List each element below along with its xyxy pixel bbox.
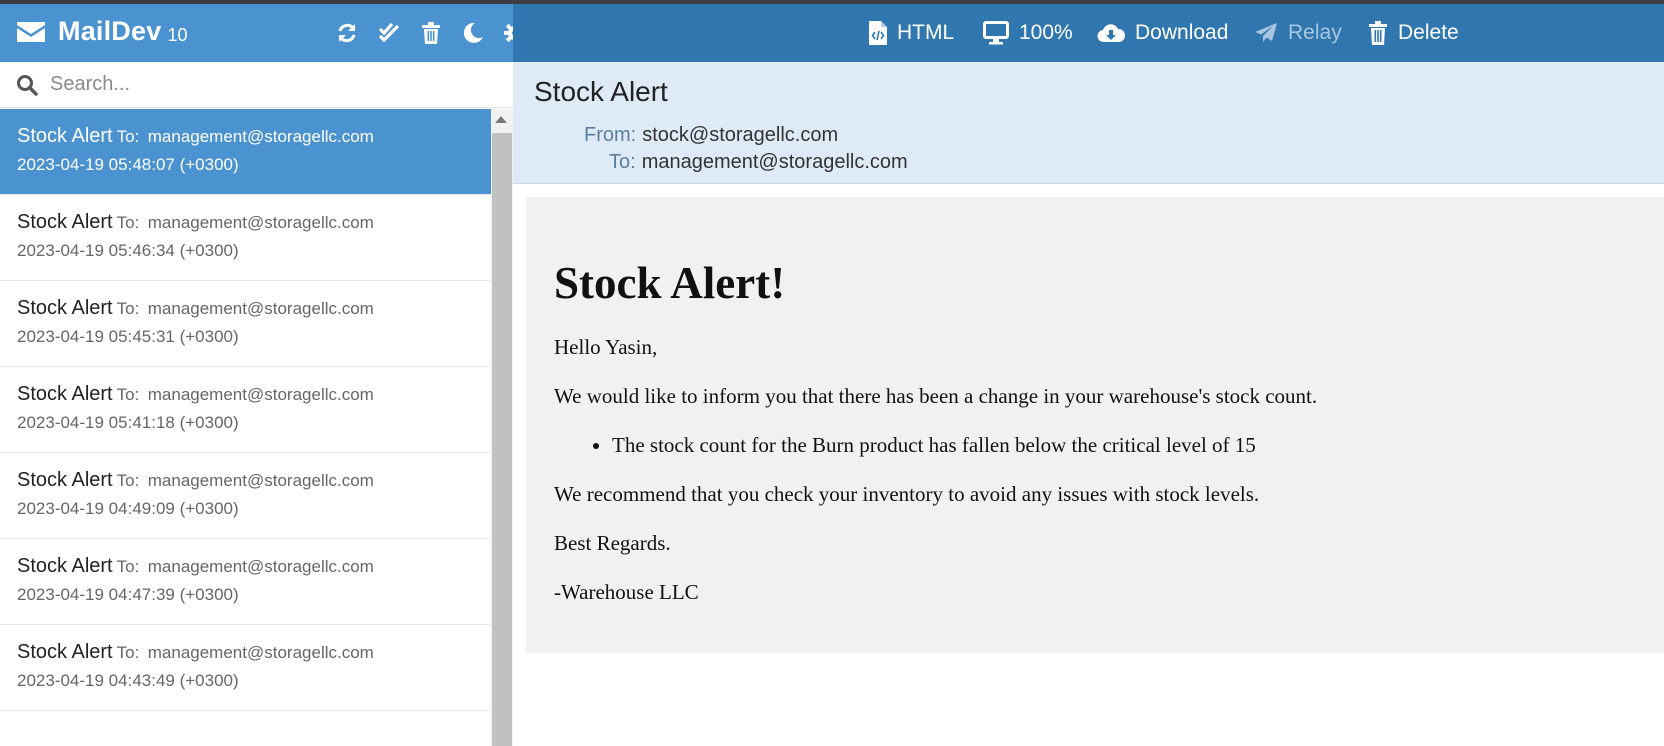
body-recommendation: We recommend that you check your invento… xyxy=(554,482,1260,506)
email-date: 2023-04-19 05:48:07 (+0300) xyxy=(17,155,239,174)
message-toolbar: HTML 100% Download Relay Delete xyxy=(513,4,1664,62)
to-label: To: xyxy=(609,151,636,173)
email-recipient: management@storagellc.com xyxy=(147,127,374,146)
email-to-label: To: xyxy=(116,299,140,318)
email-list-item[interactable]: Stock Alert To: management@storagellc.com… xyxy=(0,109,491,195)
email-subject: Stock Alert xyxy=(17,555,113,577)
cloud-download-icon xyxy=(1097,24,1125,43)
html-button-label: HTML xyxy=(897,21,955,44)
email-recipient: management@storagellc.com xyxy=(147,557,374,576)
email-recipient: management@storagellc.com xyxy=(147,299,374,318)
email-recipient: management@storagellc.com xyxy=(147,471,374,490)
relay-button-label: Relay xyxy=(1288,21,1342,44)
search-bar xyxy=(0,62,513,108)
dark-mode-toggle[interactable] xyxy=(460,20,486,46)
refresh-button[interactable] xyxy=(334,20,360,46)
download-button-label: Download xyxy=(1135,21,1229,44)
to-row: To: management@storagellc.com xyxy=(609,151,908,174)
brand-bar: MailDev 10 xyxy=(0,4,526,62)
email-date: 2023-04-19 05:45:31 (+0300) xyxy=(17,327,239,346)
email-recipient: management@storagellc.com xyxy=(147,385,374,404)
email-list-item[interactable]: Stock Alert To: management@storagellc.com… xyxy=(0,195,491,281)
moon-icon xyxy=(463,22,483,43)
body-list: The stock count for the Burn product has… xyxy=(612,433,1636,458)
email-subject: Stock Alert xyxy=(17,211,113,233)
email-to-label: To: xyxy=(116,213,140,232)
email-to-label: To: xyxy=(116,385,140,404)
to-address: management@storagellc.com xyxy=(641,151,908,173)
email-list-item[interactable]: Stock Alert To: management@storagellc.com… xyxy=(0,281,491,367)
email-date: 2023-04-19 04:47:39 (+0300) xyxy=(17,585,239,604)
app-name: MailDev xyxy=(58,16,162,46)
mark-all-read-button[interactable] xyxy=(376,20,402,46)
email-to-label: To: xyxy=(116,471,140,490)
email-list-item[interactable]: Stock Alert To: management@storagellc.com… xyxy=(0,453,491,539)
delete-all-button[interactable] xyxy=(418,20,444,46)
sidebar: MailDev 10 Search... Stock Alert To: man… xyxy=(0,4,526,746)
zoom-button[interactable]: 100% xyxy=(983,17,1073,49)
email-list-item[interactable]: Stock Alert To: management@storagellc.com… xyxy=(0,539,491,625)
email-list: Stock Alert To: management@storagellc.com… xyxy=(0,109,491,746)
monitor-icon xyxy=(983,21,1009,45)
envelope-icon xyxy=(17,21,45,42)
scroll-up-arrow-icon[interactable] xyxy=(495,116,507,123)
from-address: stock@storagellc.com xyxy=(642,124,839,146)
email-to-label: To: xyxy=(116,127,140,146)
mark-read-icon xyxy=(378,22,400,43)
email-list-scrollbar[interactable] xyxy=(491,109,513,746)
message-subject: Stock Alert xyxy=(534,76,668,107)
body-heading: Stock Alert! xyxy=(554,258,786,308)
message-body: Stock Alert! Hello Yasin, We would like … xyxy=(526,197,1664,653)
body-signature: -Warehouse LLC xyxy=(554,580,699,604)
download-button[interactable]: Download xyxy=(1097,17,1228,49)
body-closing: Best Regards. xyxy=(554,531,671,555)
body-greeting: Hello Yasin, xyxy=(554,335,658,359)
body-list-item: The stock count for the Burn product has… xyxy=(612,433,1636,458)
search-icon xyxy=(17,74,38,96)
from-label: From: xyxy=(584,124,637,146)
scrollbar-thumb[interactable] xyxy=(492,133,512,746)
trash-icon xyxy=(422,22,440,44)
paper-plane-icon xyxy=(1255,23,1277,42)
email-count: 10 xyxy=(167,25,188,45)
email-date: 2023-04-19 04:49:09 (+0300) xyxy=(17,499,239,518)
message-panel: HTML 100% Download Relay Delete Stock Al… xyxy=(513,4,1664,746)
email-subject: Stock Alert xyxy=(17,297,113,319)
email-list-item[interactable]: Stock Alert To: management@storagellc.com… xyxy=(0,367,491,453)
delete-button-label: Delete xyxy=(1398,21,1459,44)
email-date: 2023-04-19 05:41:18 (+0300) xyxy=(17,413,239,432)
body-intro: We would like to inform you that there h… xyxy=(554,384,1318,408)
email-recipient: management@storagellc.com xyxy=(147,643,374,662)
message-header: Stock Alert From: stock@storagellc.com To… xyxy=(513,62,1664,184)
email-subject: Stock Alert xyxy=(17,383,113,405)
email-date: 2023-04-19 04:43:49 (+0300) xyxy=(17,671,239,690)
email-to-label: To: xyxy=(116,557,140,576)
html-view-button[interactable]: HTML xyxy=(869,17,954,49)
delete-button[interactable]: Delete xyxy=(1368,17,1459,49)
email-list-item[interactable]: Stock Alert To: management@storagellc.com… xyxy=(0,625,491,711)
search-input[interactable] xyxy=(50,73,470,96)
trash-icon xyxy=(1369,21,1387,45)
brand: MailDev 10 xyxy=(16,16,187,47)
email-subject: Stock Alert xyxy=(17,641,113,663)
email-subject: Stock Alert xyxy=(17,125,113,147)
email-recipient: management@storagellc.com xyxy=(147,213,374,232)
sidebar-tools xyxy=(334,20,528,46)
email-subject: Stock Alert xyxy=(17,469,113,491)
code-file-icon xyxy=(869,21,887,45)
from-row: From: stock@storagellc.com xyxy=(584,124,838,147)
refresh-icon xyxy=(338,23,356,43)
relay-button[interactable]: Relay xyxy=(1254,17,1342,49)
email-to-label: To: xyxy=(116,643,140,662)
email-date: 2023-04-19 05:46:34 (+0300) xyxy=(17,241,239,260)
zoom-level: 100% xyxy=(1019,21,1073,44)
